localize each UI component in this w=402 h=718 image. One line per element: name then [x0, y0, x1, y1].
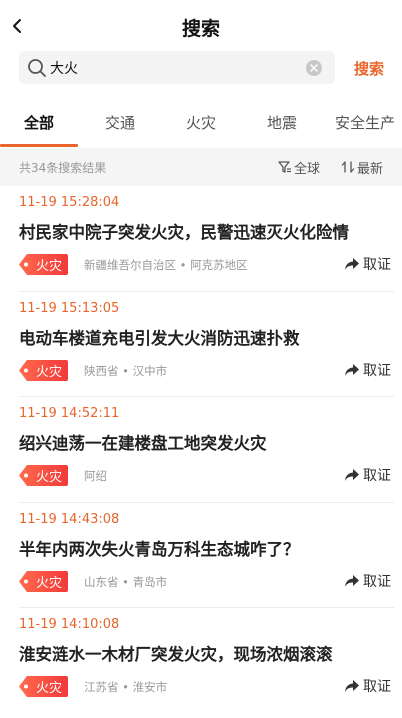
- item-title[interactable]: 村民家中院子突发火灾，民警迅速灭火化险情: [19, 219, 389, 243]
- category-tag: 火灾: [19, 254, 68, 275]
- list-item[interactable]: 11-19 14:52:11 绍兴迪荡一在建楼盘工地突发火灾 火灾 阿绍 取证: [0, 397, 402, 503]
- filter-icon: [278, 161, 291, 173]
- page-title: 搜索: [181, 18, 220, 40]
- item-location: 山东省 • 青岛市: [84, 574, 168, 589]
- filter-bar: 共34条搜索结果 全球 最新: [0, 148, 402, 186]
- report-button[interactable]: 取证: [344, 570, 391, 592]
- result-count: 共34条搜索结果: [19, 161, 107, 175]
- tag-label: 火灾: [35, 681, 62, 696]
- region-filter-label: 全球: [294, 161, 321, 177]
- tag-label: 火灾: [35, 470, 62, 485]
- item-title[interactable]: 电动车楼道充电引发大火消防迅速扑救: [19, 325, 389, 349]
- search-input[interactable]: [50, 51, 300, 84]
- tab-traffic[interactable]: 交通: [93, 112, 147, 140]
- share-arrow-icon: [345, 680, 359, 692]
- report-button[interactable]: 取证: [344, 253, 391, 275]
- search-icon: [28, 59, 46, 77]
- item-time: 11-19 14:43:08: [19, 511, 120, 527]
- tab-earthquake[interactable]: 地震: [255, 112, 309, 140]
- region-filter-button[interactable]: 全球: [278, 158, 321, 177]
- list-item[interactable]: 11-19 14:43:08 半年内两次失火青岛万科生态城咋了？ 火灾 山东省 …: [0, 503, 402, 608]
- item-title[interactable]: 半年内两次失火青岛万科生态城咋了？: [19, 536, 389, 560]
- share-arrow-icon: [345, 469, 359, 481]
- result-list: 11-19 15:28:04 村民家中院子突发火灾，民警迅速灭火化险情 火灾 新…: [0, 186, 402, 714]
- category-tag: 火灾: [19, 676, 68, 697]
- list-item[interactable]: 11-19 14:10:08 淮安涟水一木材厂突发火灾，现场浓烟滚滚 火灾 江苏…: [0, 608, 402, 714]
- top-bar: 搜索: [0, 0, 402, 50]
- share-arrow-icon: [345, 258, 359, 270]
- item-time: 11-19 14:52:11: [19, 406, 120, 421]
- list-item[interactable]: 11-19 15:28:04 村民家中院子突发火灾，民警迅速灭火化险情 火灾 新…: [0, 186, 402, 292]
- tag-label: 火灾: [35, 259, 62, 274]
- category-tag: 火灾: [19, 570, 68, 592]
- item-title[interactable]: 绍兴迪荡一在建楼盘工地突发火灾: [19, 430, 389, 454]
- search-button[interactable]: 搜索: [349, 58, 389, 78]
- tag-label: 火灾: [35, 575, 62, 591]
- search-box: [19, 51, 335, 84]
- report-label: 取证: [363, 468, 391, 484]
- list-item[interactable]: 11-19 15:13:05 电动车楼道充电引发大火消防迅速扑救 火灾 陕西省 …: [0, 292, 402, 397]
- close-icon: [310, 64, 318, 72]
- item-title[interactable]: 淮安涟水一木材厂突发火灾，现场浓烟滚滚: [19, 641, 389, 665]
- report-button[interactable]: 取证: [344, 464, 391, 486]
- report-label: 取证: [363, 573, 391, 590]
- category-tag: 火灾: [19, 359, 68, 381]
- tab-production-safety[interactable]: 安全生产: [330, 112, 400, 140]
- item-time: 11-19 14:10:08: [19, 617, 120, 632]
- tag-label: 火灾: [35, 364, 62, 380]
- active-tab-indicator: [0, 144, 78, 147]
- search-row: 搜索: [0, 50, 402, 86]
- category-tag: 火灾: [19, 465, 68, 486]
- clear-search-button[interactable]: [306, 60, 322, 76]
- share-arrow-icon: [345, 363, 359, 376]
- item-time: 11-19 15:13:05: [19, 300, 120, 316]
- report-button[interactable]: 取证: [344, 675, 391, 697]
- report-label: 取证: [363, 257, 391, 273]
- category-tabs: 全部 交通 火灾 地震 安全生产: [0, 104, 402, 148]
- item-time: 11-19 15:28:04: [19, 195, 120, 210]
- item-location: 陕西省 • 汉中市: [84, 363, 168, 378]
- item-location: 新疆维吾尔自治区 • 阿克苏地区: [84, 258, 248, 272]
- report-label: 取证: [363, 362, 391, 379]
- report-button[interactable]: 取证: [344, 359, 391, 381]
- sort-label: 最新: [357, 161, 384, 177]
- tab-all[interactable]: 全部: [12, 112, 66, 140]
- sort-icon: [341, 161, 355, 173]
- sort-button[interactable]: 最新: [341, 158, 384, 177]
- share-arrow-icon: [345, 574, 359, 587]
- item-location: 阿绍: [84, 469, 107, 483]
- report-label: 取证: [363, 679, 391, 695]
- item-location: 江苏省 • 淮安市: [84, 680, 168, 694]
- tab-fire[interactable]: 火灾: [174, 112, 228, 140]
